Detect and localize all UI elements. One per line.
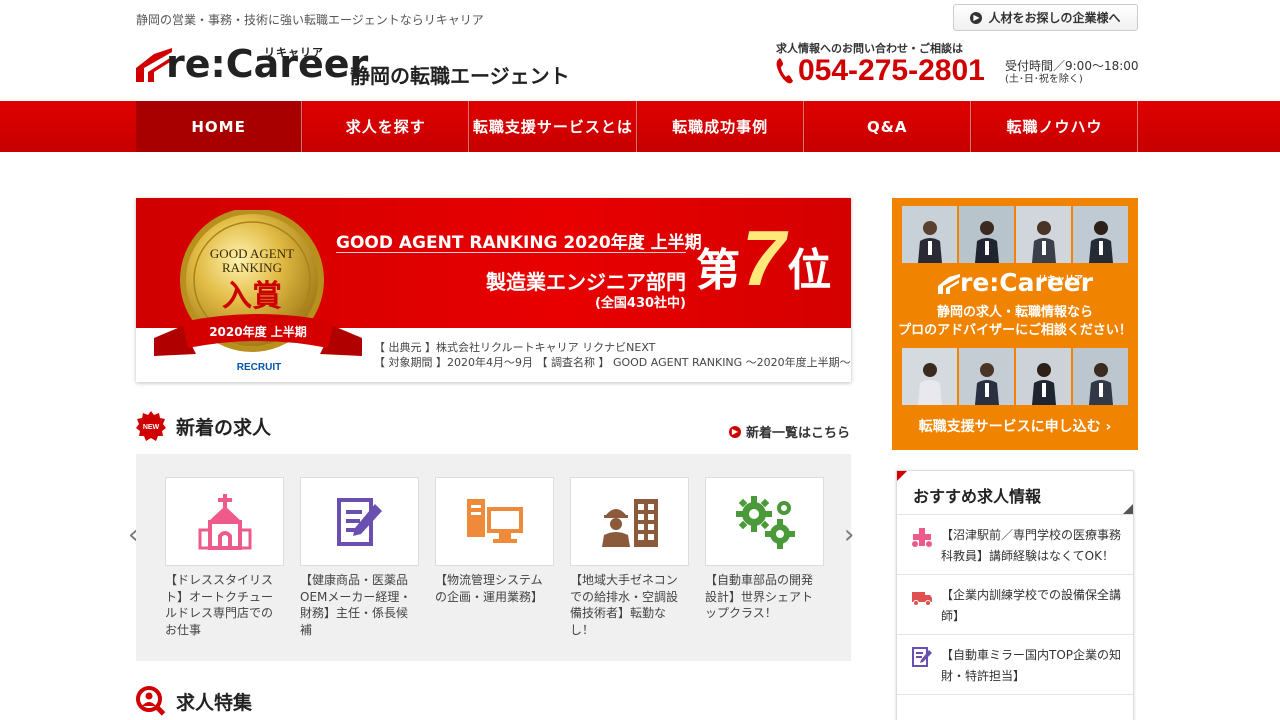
logo-subtitle: 静岡の転職エージェント [350,64,570,88]
company-recruit-button[interactable]: ▶ 人材をお探しの企業様へ [953,4,1138,31]
nav-service[interactable]: 転職支援サービスとは [469,101,637,152]
advisor-photos-bottom [902,348,1128,405]
svg-text:NEW: NEW [143,424,160,431]
job-card-title: 【健康商品・医薬品OEMメーカー経理・財務】主任・係長候補 [300,573,412,637]
job-card-title: 【自動車部品の開発設計】世界シェアトップクラス！ [705,573,814,620]
banner-rank: 第 7 位 [696,218,831,298]
side-banner-line2: プロのアドバイザーにご相談ください！ [898,323,1132,338]
rank-number: 7 [742,214,786,302]
banner-title: GOOD AGENT RANKING 2020年度 上半期 [336,233,702,253]
carousel-prev-icon[interactable]: ‹ [128,520,138,550]
logo-ruby: リキャリア [264,46,324,59]
medal-award: 入賞 [222,279,282,314]
site-logo[interactable]: re:Career リキャリア 静岡の転職エージェント [136,40,606,90]
nav-knowhow[interactable]: 転職ノウハウ [970,101,1139,152]
arrow-right-icon: ▶ [970,11,983,24]
truck-icon [912,592,932,606]
person-icon [1031,363,1056,405]
award-medal-icon: GOOD AGENT RANKING 入賞 2020年度 上半期 RECRUIT [154,210,362,374]
person-icon [1031,221,1056,263]
new-jobs-more-label: 新着一覧はこちら [746,426,851,441]
ranking-banner[interactable]: GOOD AGENT RANKING 入賞 2020年度 上半期 RECRUIT… [136,198,851,382]
carousel-next-icon[interactable]: › [844,520,854,550]
recommended-item[interactable]: 【自動車ミラー国内TOP企業の知財・特許担当】 [897,635,1133,695]
banner-count: (全国430社中) [594,296,686,311]
feature-title: 求人特集 [176,691,253,714]
rank-suffix: 位 [787,245,832,296]
rank-prefix: 第 [696,245,740,296]
new-jobs-heading: NEW 新着の求人 [136,411,271,441]
company-recruit-label: 人材をお探しの企業様へ [988,11,1121,25]
person-icon [917,221,942,263]
job-card-title: 【ドレススタイリスト】オートクチュールドレス専門店でのお仕事 [165,573,274,637]
banner-department: 製造業エンジニア部門 [486,270,686,294]
banner-source: 【 出典元 】株式会社リクルートキャリア リクナビNEXT 【 対象期間 】20… [374,340,851,370]
person-icon [974,221,999,263]
recommended-title: おすすめ求人情報 [913,487,1042,506]
site-tagline: 静岡の営業・事務・技術に強い転職エージェントならリキャリア [136,13,484,27]
document-edit-icon [912,647,932,667]
computer-system-icon [466,498,523,543]
nav-home[interactable]: HOME [136,101,303,152]
recommended-item-text: 【沼津駅前／専門学校の医療事務科教員】講師経験はなくてOK！ [941,528,1122,563]
job-card[interactable]: 【自動車部品の開発設計】世界シェアトップクラス！ [705,477,824,622]
medal-line2: RANKING [222,260,282,275]
main-nav: HOME 求人を探す 転職支援サービスとは 転職成功事例 Q&A 転職ノウハウ [0,101,1280,152]
phone-icon [776,58,793,84]
recommended-item[interactable]: 【沼津駅前／専門学校の医療事務科教員】講師経験はなくてOK！ [897,515,1133,575]
advisor-photos-top [902,206,1128,263]
gears-icon [735,495,795,549]
hours-text: 受付時間／9:00～18:00 [1005,59,1139,73]
banner-source-line1: 【 出典元 】株式会社リクルートキャリア リクナビNEXT [374,341,656,354]
job-card[interactable]: 【健康商品・医薬品OEMメーカー経理・財務】主任・係長候補 [300,477,419,638]
new-jobs-carousel: ‹ › 【ドレススタイリスト】オートクチュールドレス専門店でのお仕事 【健康商品… [128,454,854,661]
side-banner-line1: 静岡の求人・転職情報なら [936,305,1093,320]
person-icon [1088,363,1113,405]
nav-qa[interactable]: Q&A [803,101,971,152]
job-card[interactable]: 【ドレススタイリスト】オートクチュールドレス専門店でのお仕事 [165,477,284,638]
medal-line1: GOOD AGENT [210,246,294,261]
side-banner-message: 静岡の求人・転職情報なら プロのアドバイザーにご相談ください！ [892,304,1138,340]
recommended-item[interactable]: 【企業内訓練学校での設備保全講師】 [897,575,1133,635]
person-icon [1088,221,1113,263]
hours-note: (土･日･祝を除く) [1005,74,1083,85]
search-person-icon [136,686,166,716]
job-card-title: 【物流管理システムの企画・運用業務】 [435,573,544,604]
recommended-item-text: 【自動車ミラー国内TOP企業の知財・特許担当】 [941,648,1122,683]
person-icon [974,363,999,405]
new-jobs-more-link[interactable]: ▶ 新着一覧はこちら [729,422,850,441]
nav-success-stories[interactable]: 転職成功事例 [636,101,804,152]
service-apply-label: 転職支援サービスに申し込む [918,419,1101,435]
nav-search-jobs[interactable]: 求人を探す [302,101,470,152]
phone-number-link[interactable]: 054-275-2801 [774,54,985,88]
phone-number: 054-275-2801 [798,54,985,87]
service-apply-banner[interactable]: re:Career リキャリア 静岡の求人・転職情報なら プロのアドバイザーにご… [892,198,1138,450]
feature-heading: 求人特集 [136,686,252,716]
chevron-right-icon: › [1105,419,1112,435]
medical-icon [912,528,932,547]
logo-mark-icon [938,274,960,294]
job-card[interactable]: 【地域大手ゼネコンでの給排水・空調設備技術者】転勤なし！ [570,477,689,638]
recommended-jobs-panel: おすすめ求人情報 【沼津駅前／専門学校の医療事務科教員】講師経験はなくてOK！ … [896,470,1134,720]
church-icon [198,493,251,550]
worker-building-icon [601,498,658,547]
medal-ribbon-text: 2020年度 上半期 [209,324,307,339]
job-card[interactable]: 【物流管理システムの企画・運用業務】 [435,477,554,605]
new-badge-icon: NEW [136,411,166,441]
arrow-right-icon: ▶ [729,425,741,438]
new-jobs-title: 新着の求人 [176,416,272,439]
business-hours: 受付時間／9:00～18:00 (土･日･祝を除く) [1005,59,1139,87]
service-apply-cta[interactable]: 転職支援サービスに申し込む › [892,416,1138,436]
person-icon [917,363,942,405]
document-edit-icon [336,497,382,546]
medal-brand: RECRUIT [237,362,281,373]
recommended-item-text: 【企業内訓練学校での設備保全講師】 [941,588,1122,623]
banner-source-line2: 【 対象期間 】2020年4月～9月 【 調査名称 】 GOOD AGENT R… [374,356,851,369]
side-logo-ruby: リキャリア [1038,275,1084,285]
job-card-title: 【地域大手ゼネコンでの給排水・空調設備技術者】転勤なし！ [570,573,679,637]
